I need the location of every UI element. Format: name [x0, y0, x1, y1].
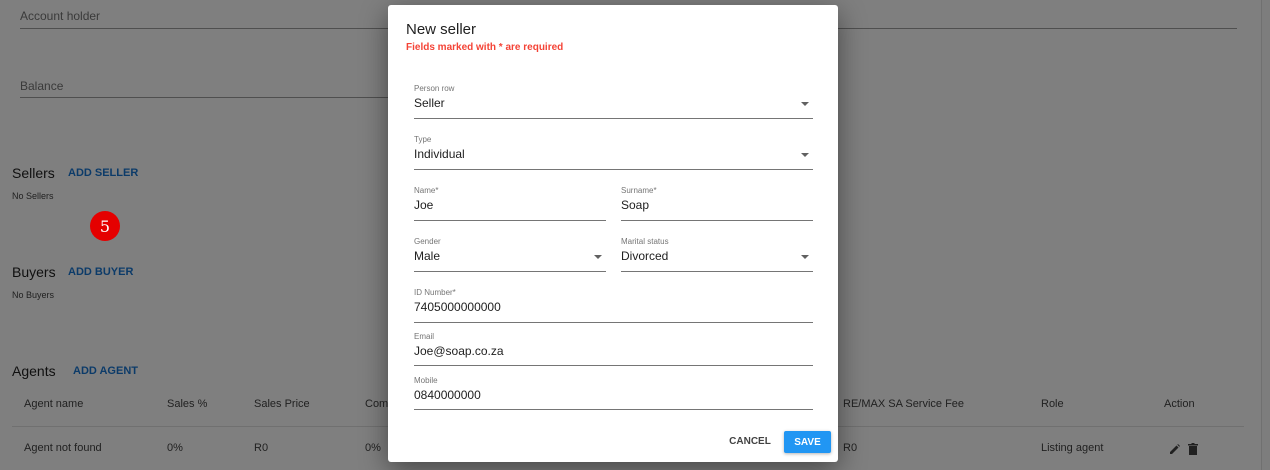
id-number-field[interactable]: ID Number* 7405000000000: [414, 288, 813, 323]
surname-value: Soap: [621, 198, 650, 212]
gender-label: Gender: [414, 237, 441, 246]
id-number-value: 7405000000000: [414, 300, 501, 314]
marital-status-select[interactable]: Marital status Divorced: [621, 237, 813, 272]
id-number-label: ID Number*: [414, 288, 456, 297]
email-value: Joe@soap.co.za: [414, 344, 504, 358]
cancel-button[interactable]: CANCEL: [725, 430, 775, 452]
surname-label: Surname*: [621, 186, 657, 195]
name-label: Name*: [414, 186, 439, 195]
type-value: Individual: [414, 147, 465, 161]
gender-select[interactable]: Gender Male: [414, 237, 606, 272]
marital-status-value: Divorced: [621, 249, 669, 263]
email-field[interactable]: Email Joe@soap.co.za: [414, 332, 813, 366]
surname-field[interactable]: Surname* Soap: [621, 186, 813, 221]
mobile-field[interactable]: Mobile 0840000000: [414, 376, 813, 410]
person-row-value: Seller: [414, 96, 445, 110]
dialog-title: New seller: [406, 21, 477, 38]
marital-status-label: Marital status: [621, 237, 669, 246]
save-button[interactable]: SAVE: [784, 431, 831, 453]
mobile-label: Mobile: [414, 376, 438, 385]
email-label: Email: [414, 332, 435, 341]
new-seller-dialog: New seller Fields marked with * are requ…: [388, 5, 838, 462]
dropdown-arrow-icon: [801, 255, 809, 259]
name-field[interactable]: Name* Joe: [414, 186, 606, 221]
type-select[interactable]: Type Individual: [414, 135, 813, 170]
name-value: Joe: [414, 198, 434, 212]
mobile-value: 0840000000: [414, 388, 481, 402]
step-marker-badge: 5: [90, 211, 120, 241]
required-fields-note: Fields marked with * are required: [406, 42, 564, 53]
person-row-select[interactable]: Person row Seller: [414, 84, 813, 119]
dropdown-arrow-icon: [801, 102, 809, 106]
dropdown-arrow-icon: [801, 153, 809, 157]
gender-value: Male: [414, 249, 441, 263]
type-label: Type: [414, 135, 432, 144]
person-row-label: Person row: [414, 84, 455, 93]
dropdown-arrow-icon: [594, 255, 602, 259]
